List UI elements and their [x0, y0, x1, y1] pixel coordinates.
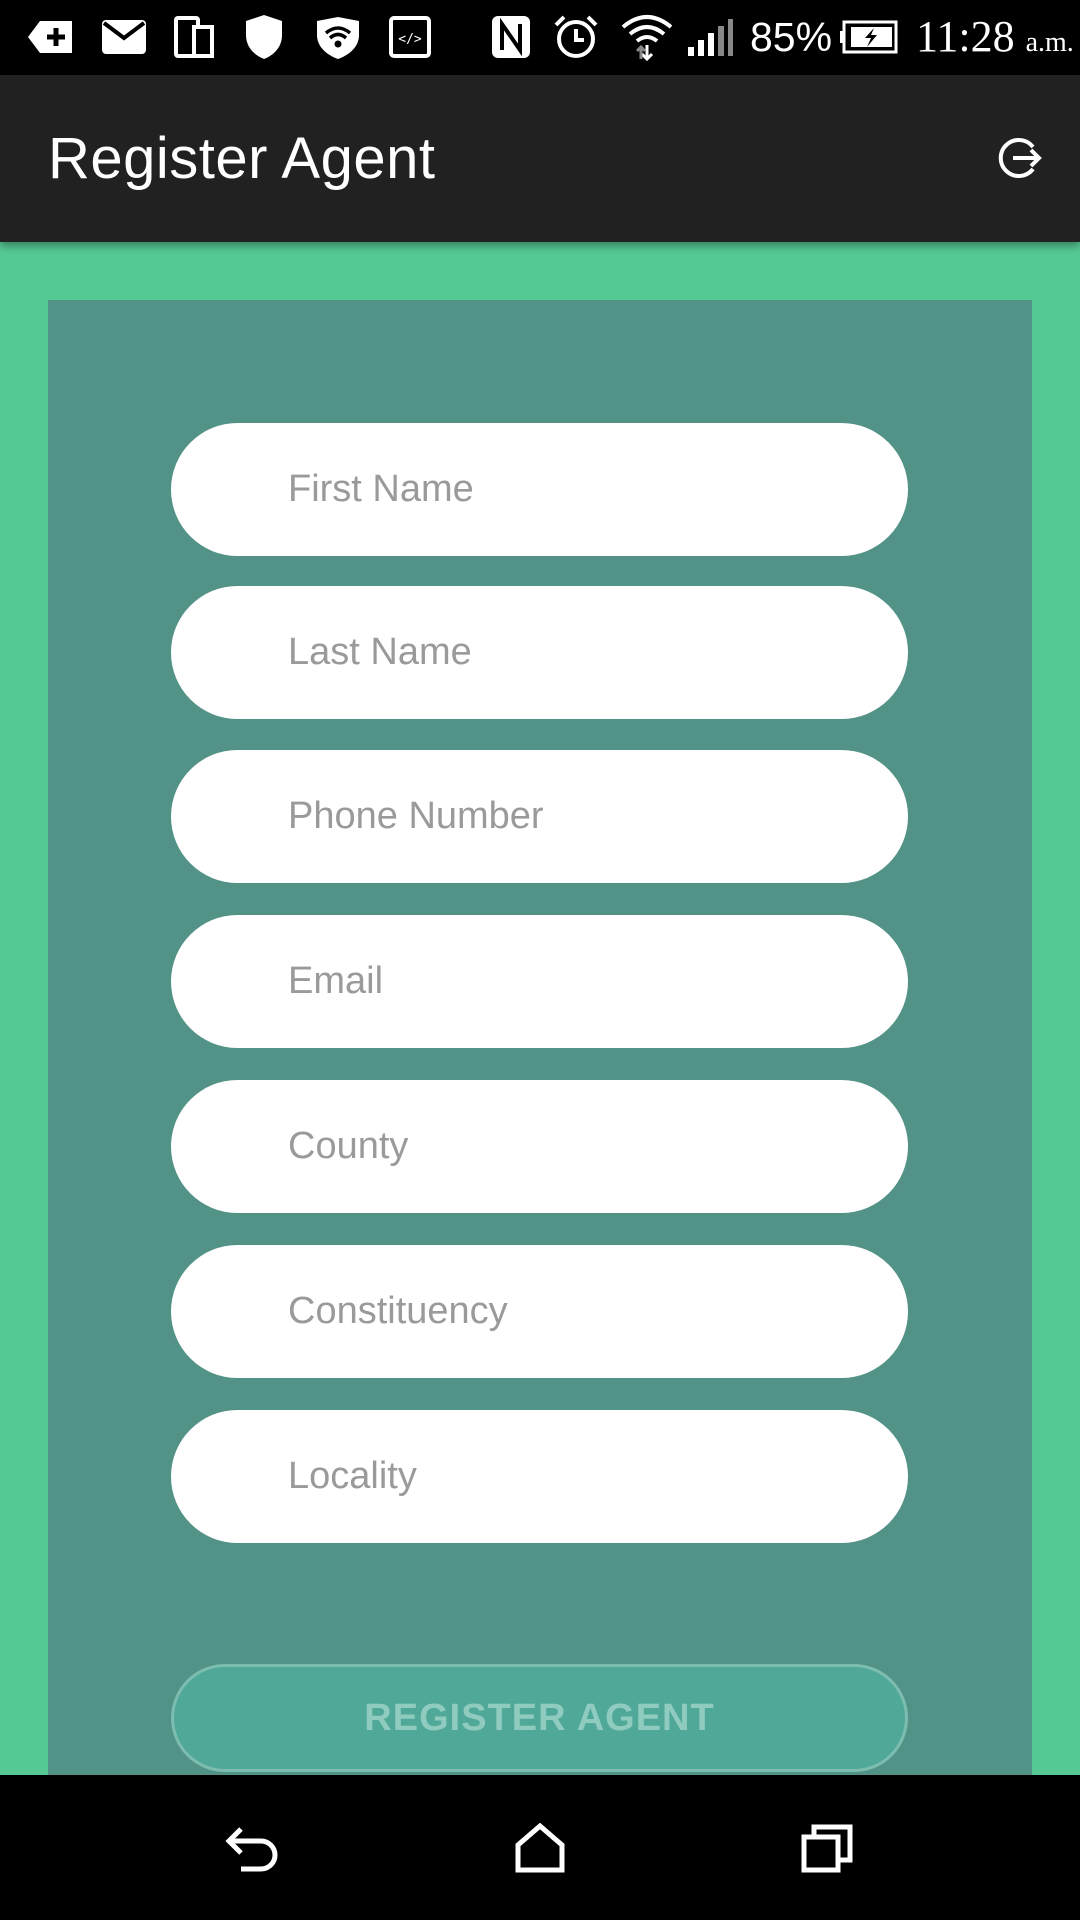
- devices-icon: [172, 10, 216, 64]
- app-bar: Register Agent: [0, 75, 1080, 242]
- alarm-icon: [552, 10, 600, 64]
- page-title: Register Agent: [48, 126, 436, 191]
- code-icon: </>: [388, 10, 432, 64]
- status-bar: </> 85% 11:28 a.m.: [0, 0, 1080, 75]
- add-notification-icon: [26, 10, 76, 64]
- signal-icon: [686, 10, 734, 64]
- wifi-lock-icon: [312, 10, 364, 64]
- clock: 11:28 a.m.: [916, 12, 1074, 68]
- logout-icon: [997, 135, 1043, 186]
- battery-charging-icon: [840, 10, 898, 64]
- wifi-icon: [620, 10, 674, 64]
- recents-icon: [800, 1823, 854, 1878]
- constituency-input[interactable]: [171, 1245, 908, 1378]
- logout-button[interactable]: [990, 130, 1050, 190]
- phone-number-input[interactable]: [171, 750, 908, 883]
- county-input[interactable]: [171, 1080, 908, 1213]
- register-form-card: REGISTER AGENT: [48, 300, 1032, 1780]
- locality-input[interactable]: [171, 1410, 908, 1543]
- clock-time: 11:28: [916, 12, 1015, 61]
- mail-icon: [100, 10, 148, 64]
- email-input[interactable]: [171, 915, 908, 1048]
- svg-text:</>: </>: [398, 32, 422, 47]
- home-icon: [514, 1822, 566, 1878]
- clock-suffix: a.m.: [1025, 27, 1074, 58]
- first-name-input[interactable]: [171, 423, 908, 556]
- home-button[interactable]: [495, 1805, 585, 1895]
- register-agent-button[interactable]: REGISTER AGENT: [171, 1664, 908, 1772]
- back-button[interactable]: [208, 1805, 298, 1895]
- recents-button[interactable]: [782, 1805, 872, 1895]
- last-name-input[interactable]: [171, 586, 908, 719]
- shield-icon: [242, 10, 286, 64]
- battery-percent: 85%: [750, 14, 833, 60]
- navigation-bar: [0, 1775, 1080, 1920]
- back-icon: [223, 1823, 283, 1878]
- nfc-icon: [488, 10, 534, 64]
